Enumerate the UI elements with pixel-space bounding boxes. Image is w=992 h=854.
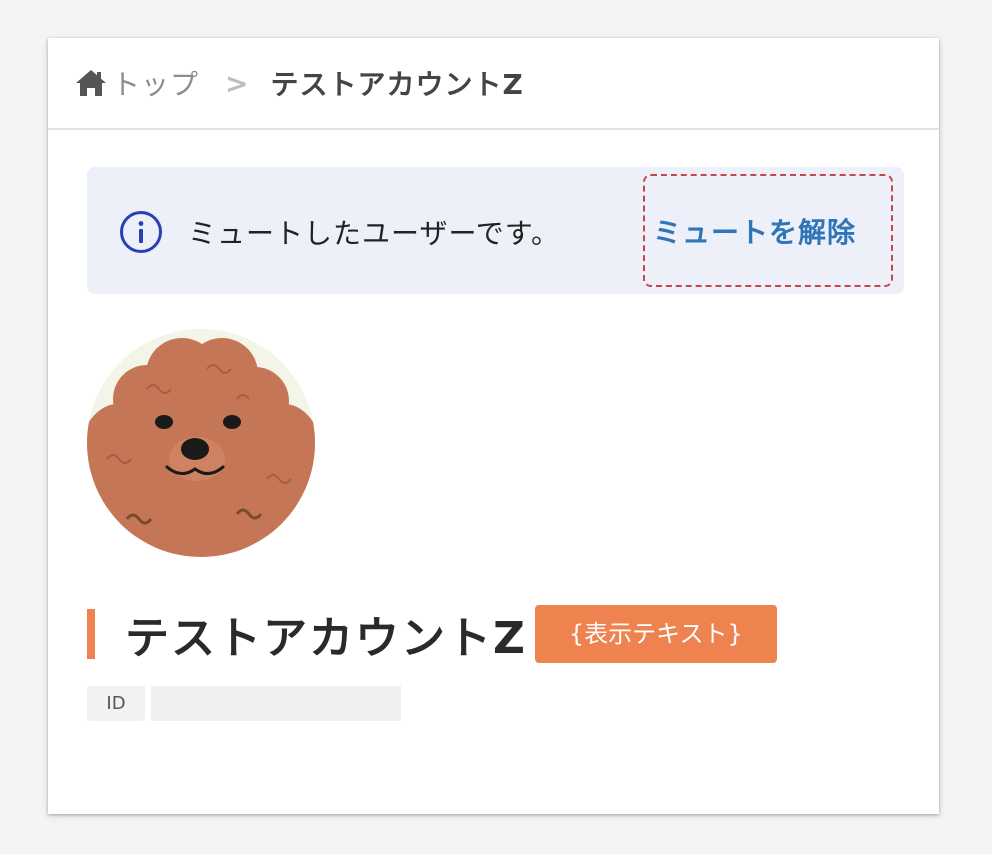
breadcrumb: トップ > テストアカウントZ bbox=[48, 38, 939, 130]
profile-display-name: テストアカウントZ bbox=[125, 613, 527, 664]
mute-notice-text: ミュートしたユーザーです。 bbox=[188, 217, 560, 250]
avatar bbox=[87, 329, 315, 557]
info-icon bbox=[119, 210, 163, 254]
poodle-avatar bbox=[87, 329, 315, 557]
profile-id-row: ID bbox=[87, 686, 401, 721]
profile-card: トップ > テストアカウントZ ミュートしたユーザーです。 ミュートを解除 テス… bbox=[48, 38, 939, 814]
profile-name-row: テストアカウントZ {表示テキスト} bbox=[87, 604, 777, 664]
id-value bbox=[151, 686, 401, 721]
unmute-button[interactable]: ミュートを解除 bbox=[653, 211, 856, 251]
breadcrumb-current: テストアカウントZ bbox=[270, 68, 524, 101]
breadcrumb-home-label: トップ bbox=[112, 68, 200, 101]
home-icon bbox=[74, 68, 108, 98]
breadcrumb-home-link[interactable]: トップ bbox=[74, 63, 199, 103]
name-accent-bar bbox=[87, 609, 95, 659]
mute-notice-banner: ミュートしたユーザーです。 ミュートを解除 bbox=[87, 167, 904, 294]
breadcrumb-separator: > bbox=[225, 66, 249, 100]
id-label: ID bbox=[87, 686, 145, 721]
profile-tag-badge: {表示テキスト} bbox=[534, 605, 777, 663]
